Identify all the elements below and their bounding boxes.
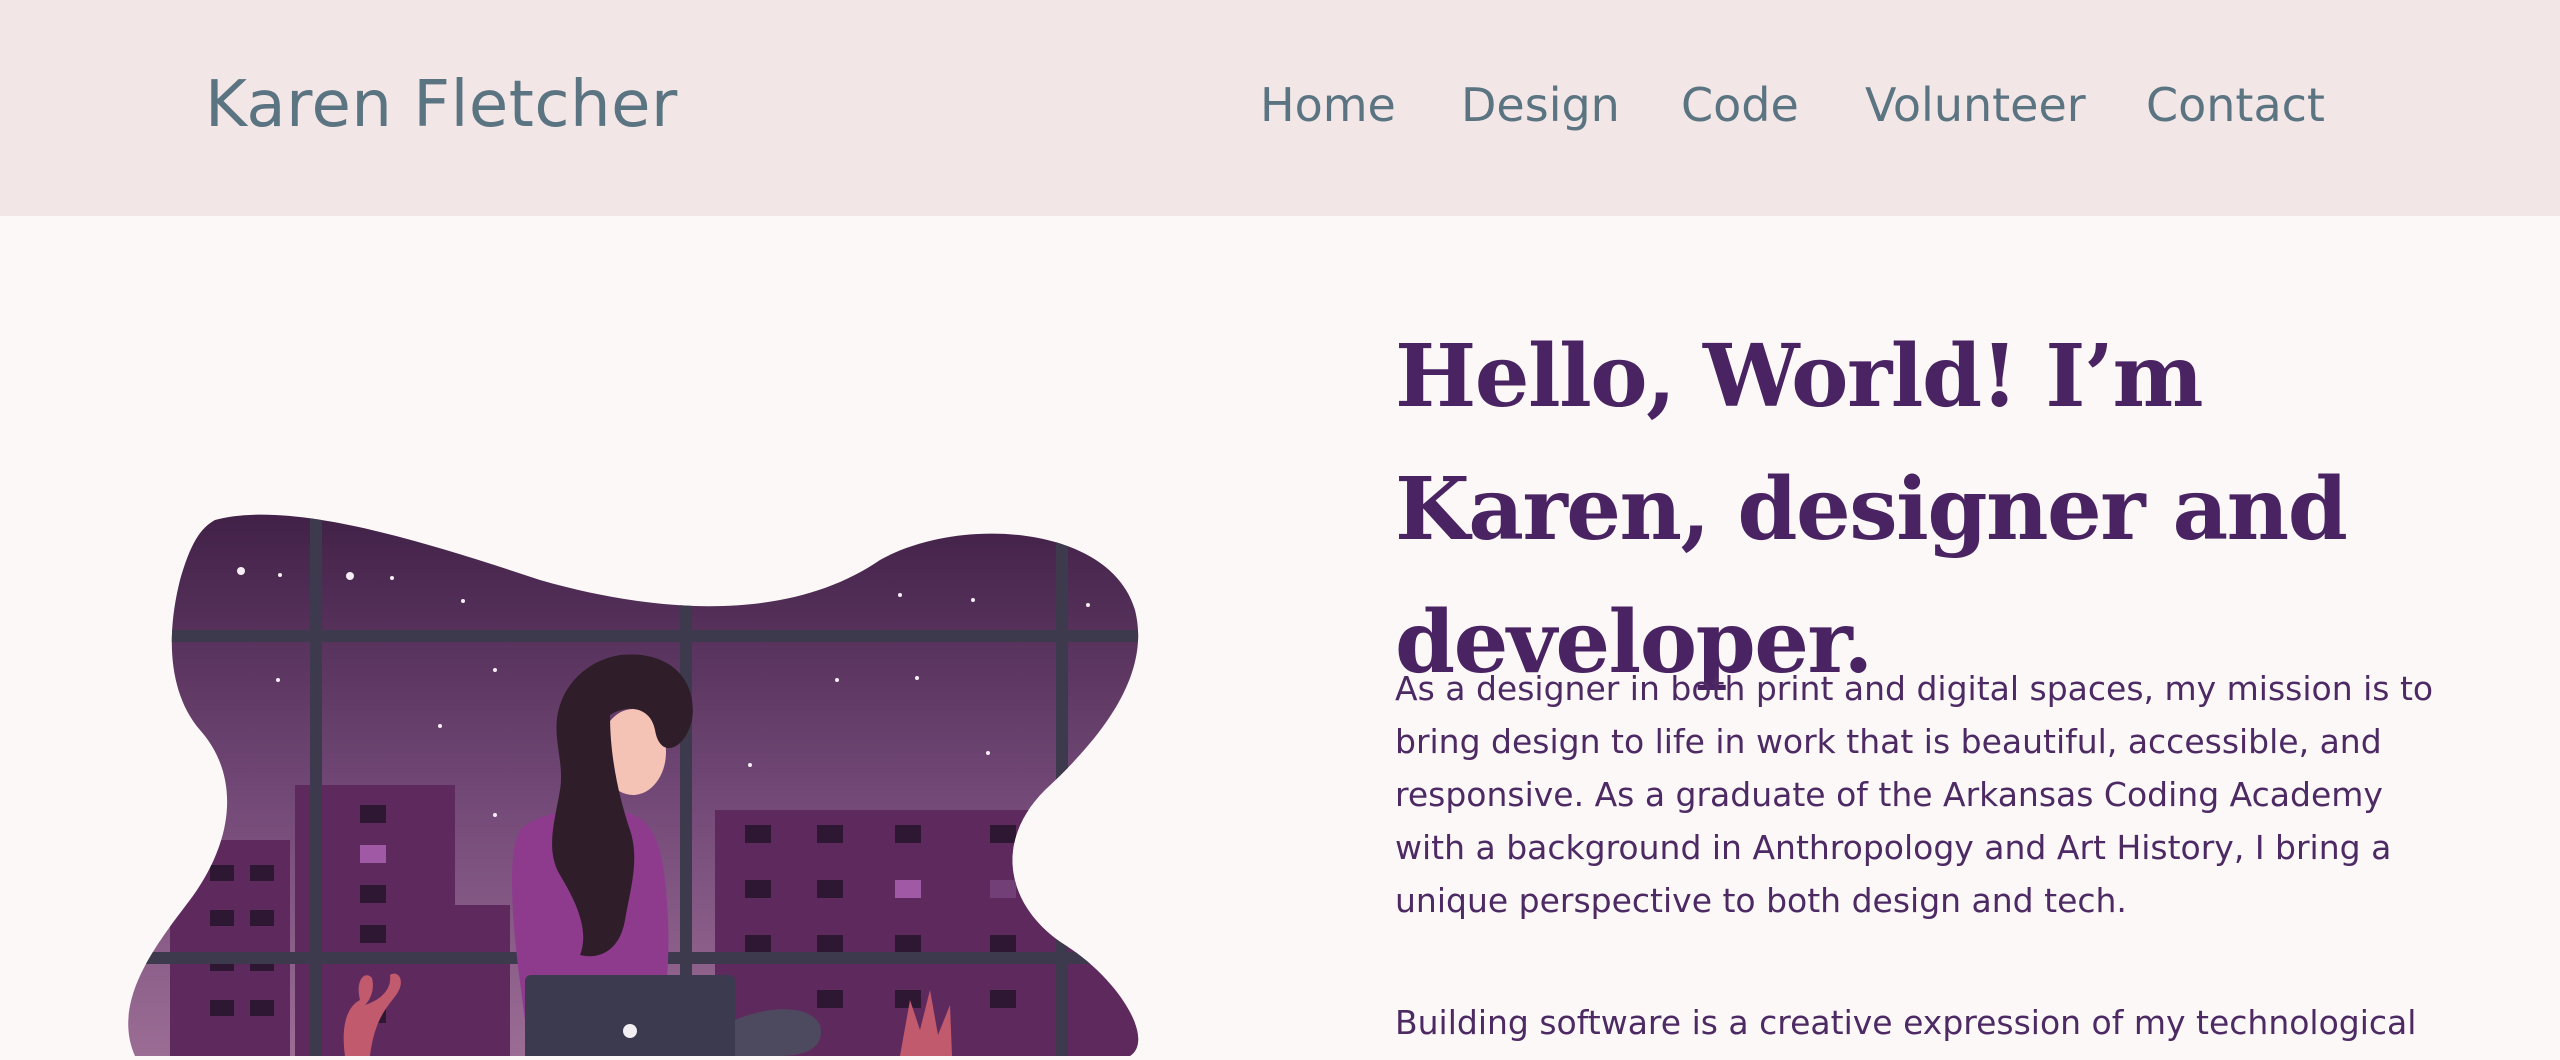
- intro-paragraph: As a designer in both print and digital …: [1395, 669, 2434, 920]
- nav-home[interactable]: Home: [1260, 78, 1396, 132]
- nav-code[interactable]: Code: [1681, 78, 1799, 132]
- woman-laptop-window-illustration: [128, 514, 1139, 1056]
- hero-headline: Hello, World! I’m Karen, designer and de…: [1395, 326, 2348, 693]
- second-paragraph: Building software is a creative expressi…: [1395, 1003, 2417, 1042]
- hero-illustration: [120, 500, 1190, 1056]
- nav-contact[interactable]: Contact: [2146, 78, 2325, 132]
- main-nav: Home Design Code Volunteer Contact: [0, 78, 2560, 148]
- nav-design[interactable]: Design: [1461, 78, 1620, 132]
- nav-volunteer[interactable]: Volunteer: [1865, 78, 2086, 132]
- site-header: Karen Fletcher Home Design Code Voluntee…: [0, 0, 2560, 216]
